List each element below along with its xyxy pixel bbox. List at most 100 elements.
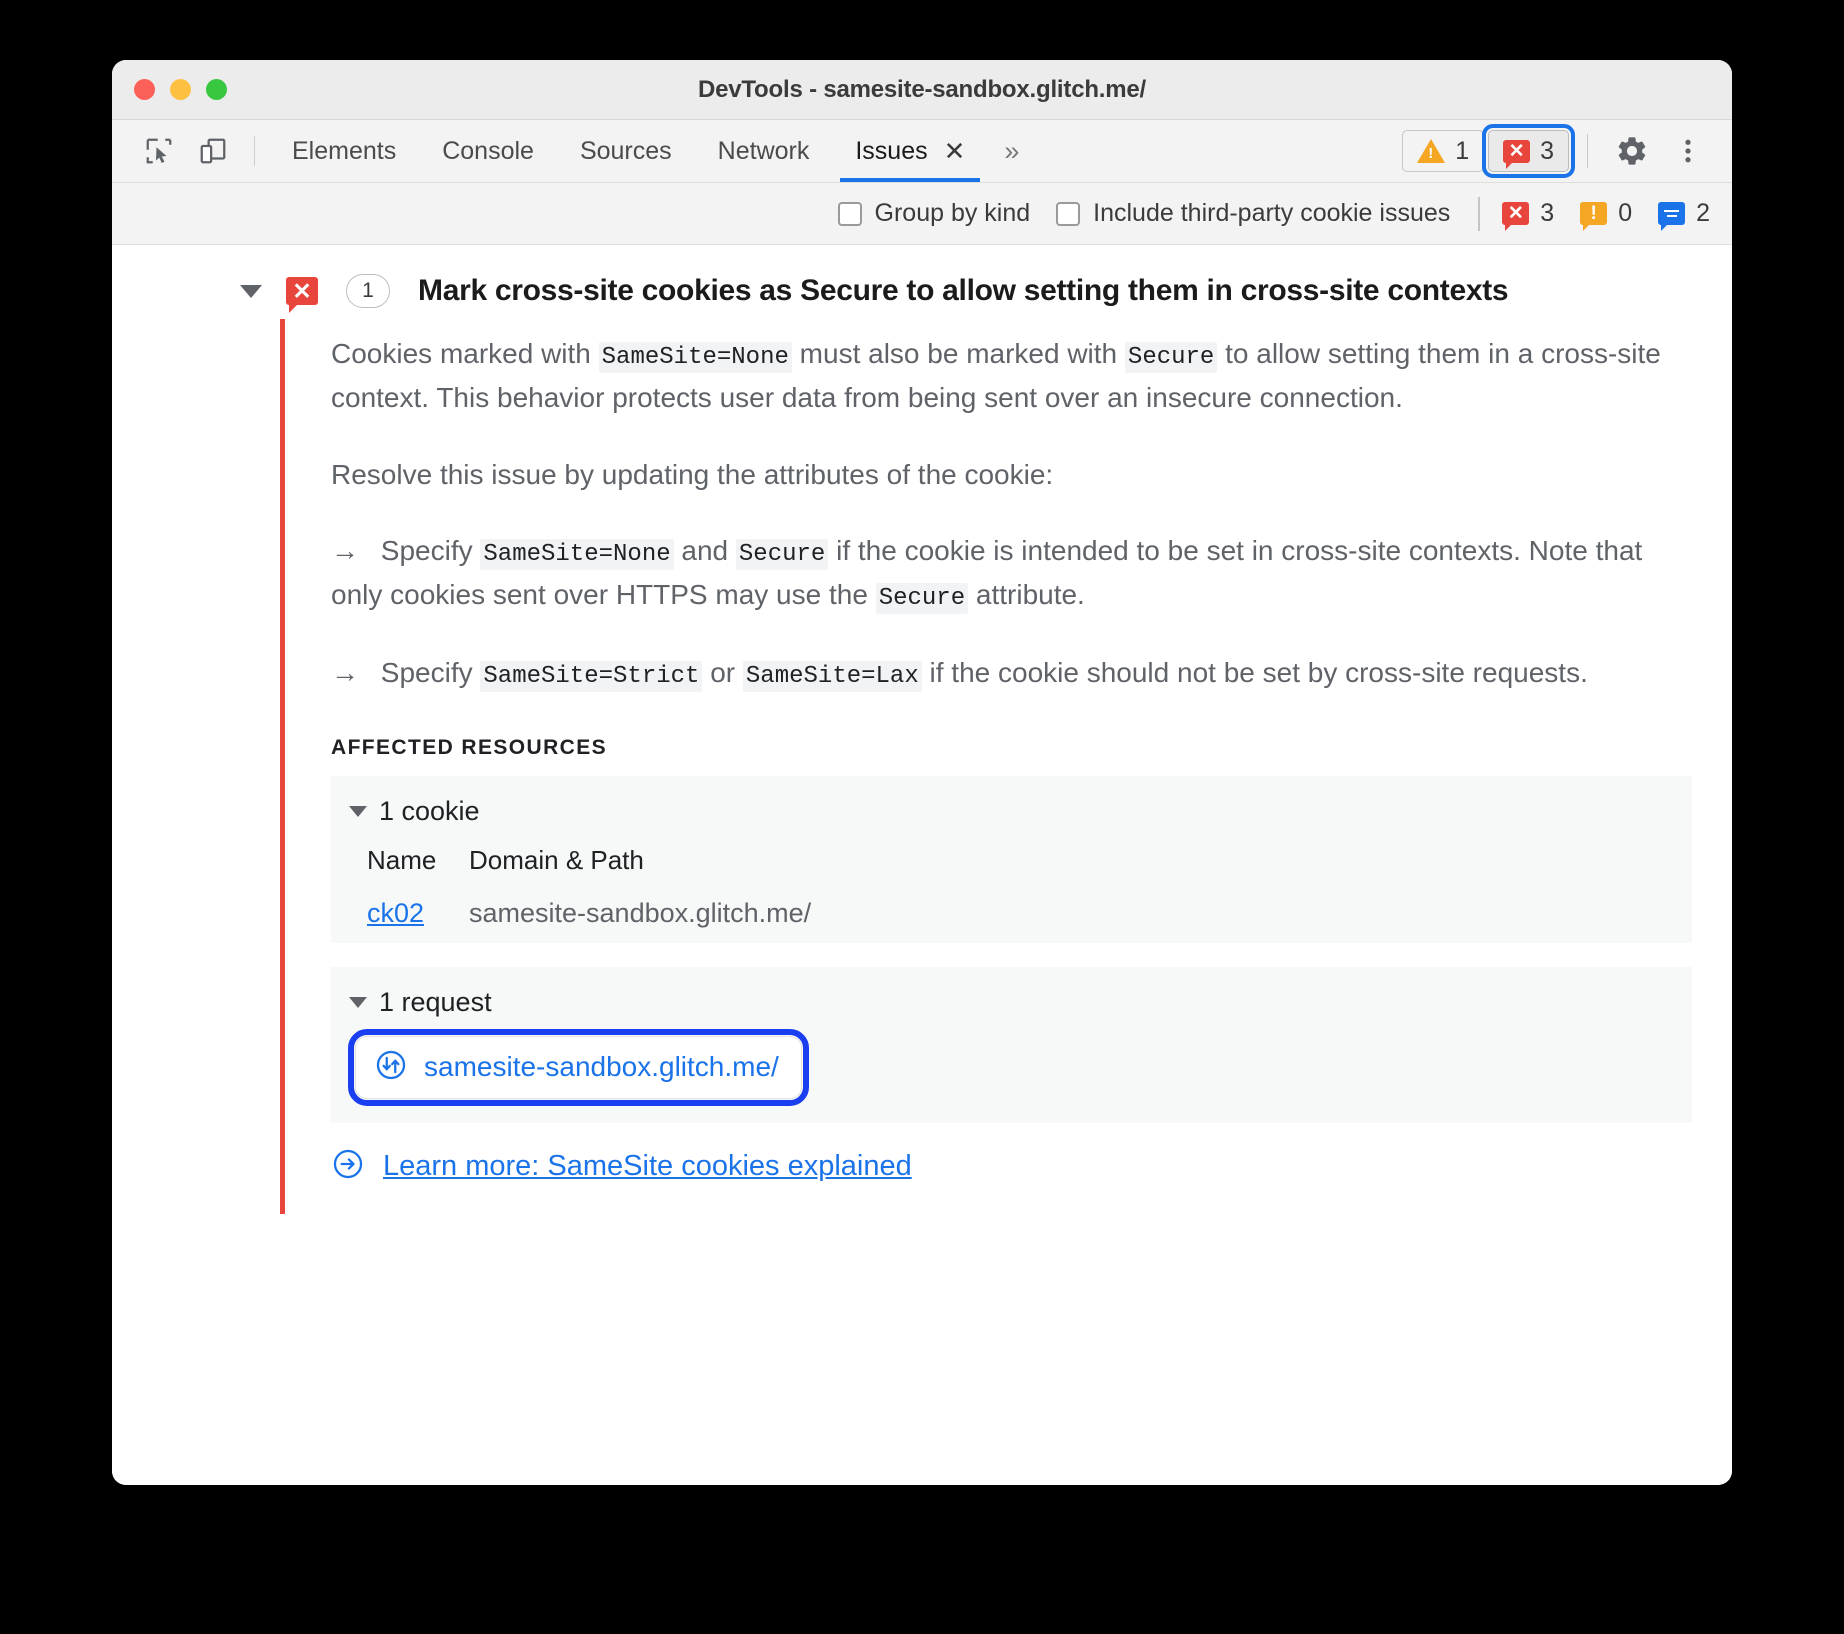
code-chip-secure: Secure <box>1124 342 1218 373</box>
tab-console[interactable]: Console <box>419 120 557 182</box>
window-title: DevTools - samesite-sandbox.glitch.me/ <box>697 75 1147 103</box>
checkbox-label: Include third-party cookie issues <box>1093 199 1451 227</box>
text-fragment: and <box>673 535 736 567</box>
devtools-tabbar: Elements Console Sources Network Issues … <box>112 120 1732 183</box>
affected-requests-group: 1 request samesite-sandbox.glitch.me/ <box>331 966 1692 1123</box>
group-by-kind-checkbox[interactable]: Group by kind <box>837 199 1031 228</box>
chevron-down-icon[interactable] <box>349 805 367 817</box>
devtools-window: DevTools - samesite-sandbox.glitch.me/ E… <box>112 60 1732 1485</box>
warning-stat-count: 0 <box>1618 199 1633 227</box>
column-header-domain-path: Domain & Path <box>469 844 644 875</box>
info-stat: 2 <box>1658 199 1710 231</box>
code-chip-samesite-none: SameSite=None <box>480 539 674 571</box>
code-chip-samesite-strict: SameSite=Strict <box>480 660 703 692</box>
column-header-name: Name <box>367 844 437 875</box>
tab-elements[interactable]: Elements <box>269 120 419 182</box>
request-link-chip[interactable]: samesite-sandbox.glitch.me/ <box>348 1028 809 1106</box>
warning-count-label: 1 <box>1455 136 1470 165</box>
text-fragment: Specify <box>373 656 481 688</box>
code-chip-secure-2: Secure <box>875 583 969 615</box>
checkbox-label: Group by kind <box>874 199 1031 227</box>
filter-divider <box>1478 196 1481 231</box>
cookie-name-cell: ck02 <box>367 898 469 929</box>
error-badge-icon: ✕ <box>286 277 318 313</box>
tab-label: Sources <box>579 136 672 165</box>
info-badge-icon <box>1658 202 1686 231</box>
issue-title: Mark cross-site cookies as Secure to all… <box>418 274 1509 307</box>
toolbar-divider <box>1587 134 1588 168</box>
error-stat-count: 3 <box>1540 199 1555 227</box>
include-third-party-cookie-issues-checkbox[interactable]: Include third-party cookie issues <box>1056 199 1450 228</box>
requests-group-label: 1 request <box>379 986 492 1017</box>
close-icon[interactable]: ✕ <box>944 138 966 164</box>
error-count-label: 3 <box>1540 136 1554 165</box>
window-titlebar: DevTools - samesite-sandbox.glitch.me/ <box>112 60 1732 120</box>
text-fragment: if the cookie should not be set by cross… <box>921 656 1588 688</box>
request-arrows-icon <box>374 1048 408 1087</box>
inspect-element-icon[interactable] <box>132 120 186 182</box>
tab-label: Network <box>717 136 810 165</box>
affected-resources-label: AFFECTED RESOURCES <box>331 735 608 759</box>
cookies-table: Name Domain & Path ck02 samesite-sandbox… <box>331 845 1692 929</box>
more-options-icon[interactable] <box>1662 125 1714 177</box>
code-chip-secure: Secure <box>735 539 829 571</box>
error-count-button[interactable]: ✕ 3 <box>1482 124 1575 178</box>
toolbar-divider <box>254 136 255 166</box>
learn-more-row: Learn more: SameSite cookies explained <box>331 1147 1692 1192</box>
toolbar-right-group: 1 ✕ 3 <box>1402 120 1732 182</box>
cookies-group-label: 1 cookie <box>379 795 480 826</box>
info-stat-count: 2 <box>1696 199 1710 227</box>
learn-more-link[interactable]: Learn more: SameSite cookies explained <box>383 1150 912 1183</box>
tab-sources[interactable]: Sources <box>557 120 695 182</box>
code-chip-samesite-none: SameSite=None <box>598 342 792 373</box>
minimize-window-button[interactable] <box>170 79 191 100</box>
issue-bullet-2: → Specify SameSite=Strict or SameSite=La… <box>331 652 1692 696</box>
arrow-right-icon: → <box>331 656 359 688</box>
tab-network[interactable]: Network <box>695 120 833 182</box>
tab-label: Console <box>442 136 534 165</box>
arrow-right-circle-icon <box>331 1147 365 1186</box>
tab-label: Issues <box>855 136 928 165</box>
chevron-down-icon[interactable] <box>240 284 262 298</box>
device-toolbar-icon[interactable] <box>186 120 240 182</box>
issue-details: Cookies marked with SameSite=None must a… <box>280 319 1732 1214</box>
window-controls <box>112 79 227 100</box>
issue-bullet-1: → Specify SameSite=None and Secure if th… <box>331 530 1692 617</box>
error-badge-icon: ✕ <box>1502 202 1530 231</box>
issue-header-row[interactable]: ✕ 1 Mark cross-site cookies as Secure to… <box>112 263 1732 319</box>
arrow-right-icon: → <box>331 535 359 567</box>
text-fragment: Specify <box>373 535 481 567</box>
warning-triangle-icon <box>1417 139 1446 163</box>
cookie-name-link[interactable]: ck02 <box>367 898 424 928</box>
warning-count-button[interactable]: 1 <box>1402 130 1485 172</box>
checkbox-box[interactable] <box>837 201 862 226</box>
table-row: ck02 samesite-sandbox.glitch.me/ <box>367 898 1692 929</box>
issues-filter-bar: Group by kind Include third-party cookie… <box>112 183 1732 245</box>
text-fragment: must also be marked with <box>791 338 1125 369</box>
zoom-window-button[interactable] <box>206 79 227 100</box>
error-badge-icon: ✕ <box>1503 139 1531 169</box>
table-header-row: Name Domain & Path <box>367 845 1692 898</box>
request-row: samesite-sandbox.glitch.me/ <box>331 1028 1692 1109</box>
tab-issues[interactable]: Issues ✕ <box>832 120 988 182</box>
code-chip-samesite-lax: SameSite=Lax <box>742 660 922 692</box>
more-tabs-icon[interactable]: » <box>988 120 1035 182</box>
close-window-button[interactable] <box>134 79 155 100</box>
requests-group-toggle[interactable]: 1 request <box>331 977 1692 1028</box>
request-url-label: samesite-sandbox.glitch.me/ <box>424 1051 779 1083</box>
error-stat: ✕ 3 <box>1502 199 1555 231</box>
affected-cookies-group: 1 cookie Name Domain & Path ck02 samesit… <box>331 775 1692 943</box>
gear-icon[interactable] <box>1606 125 1658 177</box>
text-fragment: Cookies marked with <box>331 338 599 369</box>
issue-description-paragraph: Cookies marked with SameSite=None must a… <box>331 333 1692 420</box>
issues-pane: ✕ 1 Mark cross-site cookies as Secure to… <box>112 245 1732 1485</box>
issue-resolution-intro: Resolve this issue by updating the attri… <box>331 458 1054 490</box>
cookies-group-toggle[interactable]: 1 cookie <box>331 786 1692 837</box>
cookie-domain-path-cell: samesite-sandbox.glitch.me/ <box>469 897 812 928</box>
checkbox-box[interactable] <box>1056 201 1081 226</box>
tab-label: Elements <box>292 136 397 165</box>
text-fragment: or <box>702 656 743 688</box>
issue-occurrence-count: 1 <box>346 274 390 308</box>
chevron-down-icon[interactable] <box>349 996 367 1008</box>
warning-badge-icon: ! <box>1580 202 1608 231</box>
